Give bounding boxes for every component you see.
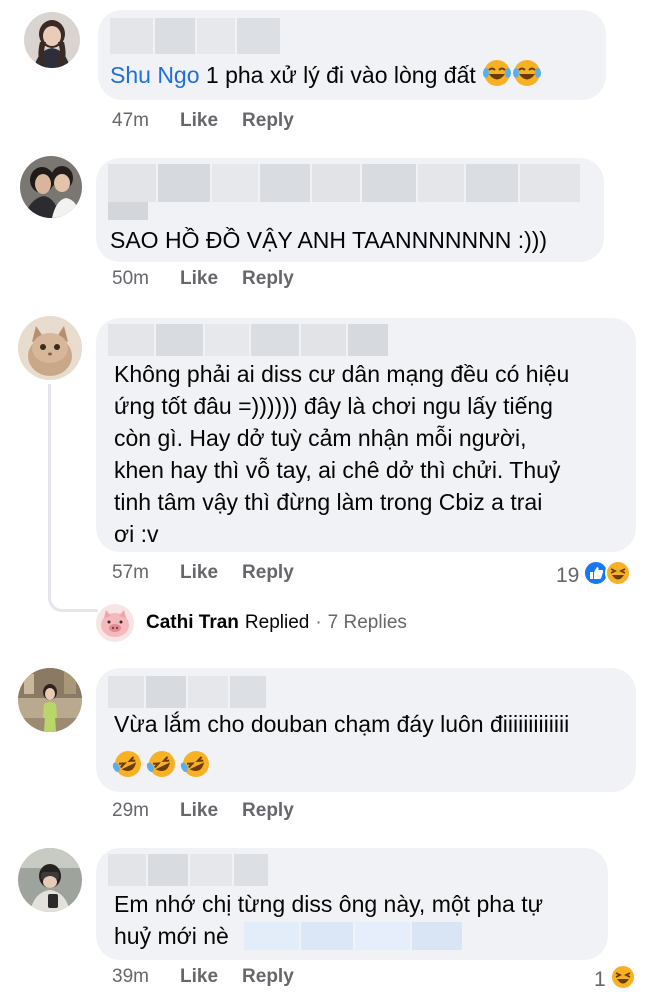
- redacted-name: [108, 676, 268, 708]
- haha-reaction-icon: [609, 964, 636, 996]
- reply-button[interactable]: Reply: [242, 268, 294, 290]
- avatar[interactable]: [20, 156, 82, 218]
- timestamp[interactable]: 29m: [112, 800, 180, 822]
- reaction-summary[interactable]: 1: [594, 964, 636, 996]
- like-button[interactable]: Like: [180, 966, 218, 988]
- timestamp[interactable]: 39m: [112, 966, 180, 988]
- reply-button[interactable]: Reply: [242, 562, 294, 584]
- reply-author[interactable]: Cathi Tran: [146, 612, 239, 634]
- like-button[interactable]: Like: [180, 110, 218, 132]
- rolling-laugh-emoji: [146, 748, 178, 785]
- comment-line: Em nhớ chị từng diss ông này, một pha tự: [114, 891, 543, 917]
- comment-meta: 57m Like Reply: [112, 562, 318, 584]
- author-link[interactable]: Shu Ngo: [110, 62, 200, 88]
- like-button[interactable]: Like: [180, 268, 218, 290]
- comment-line: ứng tốt đâu =)))))) đây là chơi ngu lấy …: [114, 393, 553, 419]
- comment-text: Shu Ngo 1 pha xử lý đi vào lòng đất: [110, 58, 542, 96]
- redacted-name: [108, 854, 268, 886]
- comment-line: tinh tâm vậy thì đừng làm trong Cbiz a t…: [114, 489, 543, 515]
- timestamp[interactable]: 47m: [112, 110, 180, 132]
- replied-label: Replied: [244, 612, 310, 633]
- reaction-count: 1: [594, 968, 606, 991]
- comment-bubble: Em nhớ chị từng diss ông này, một pha tự…: [96, 848, 608, 960]
- comment-text: SAO HỒ ĐỒ VẬY ANH TAANNNNNNN :))): [110, 227, 548, 253]
- comment-bubble: Vừa lắm cho douban chạm đáy luôn điiiiii…: [96, 668, 636, 792]
- rolling-laugh-emoji: [112, 748, 144, 785]
- comment-line: khen hay thì vỗ tay, ai chê dở thì chửi.…: [114, 457, 561, 483]
- avatar[interactable]: [18, 316, 82, 380]
- redacted-name: [110, 18, 280, 54]
- laughing-tears-emoji: [512, 58, 542, 96]
- comment-text: Em nhớ chị từng diss ông này, một pha tự…: [114, 888, 543, 952]
- comment-line: ơi :v: [114, 521, 159, 547]
- reply-button[interactable]: Reply: [242, 966, 294, 988]
- comment-bubble: Shu Ngo 1 pha xử lý đi vào lòng đất: [98, 10, 606, 100]
- laughing-tears-emoji: [482, 58, 512, 96]
- comment-body: 1 pha xử lý đi vào lòng đất: [205, 62, 476, 89]
- redacted-name: [108, 202, 148, 220]
- comment-meta: 39m Like Reply: [112, 966, 318, 988]
- comment-line: còn gì. Hay dở tuỳ cảm nhận mỗi người,: [114, 425, 527, 451]
- redacted-name: [108, 324, 388, 356]
- comment-meta: 29m Like Reply: [112, 800, 318, 822]
- emoji-row: [112, 748, 212, 785]
- comment-meta: 50m Like Reply: [112, 268, 318, 290]
- reply-button[interactable]: Reply: [242, 800, 294, 822]
- comment-line-wrap: huỷ mới nè: [114, 920, 543, 952]
- comment-bubble: SAO HỒ ĐỒ VẬY ANH TAANNNNNNN :))): [96, 158, 604, 262]
- avatar[interactable]: [18, 848, 82, 912]
- comment-text: Không phải ai diss cư dân mạng đều có hi…: [114, 358, 569, 550]
- like-button[interactable]: Like: [180, 562, 218, 584]
- replies-link[interactable]: Cathi Tran Replied · 7 Replies: [146, 612, 407, 634]
- avatar[interactable]: [96, 604, 134, 642]
- redacted-mention[interactable]: [244, 922, 463, 950]
- comment-bubble: Không phải ai diss cư dân mạng đều có hi…: [96, 318, 636, 552]
- timestamp[interactable]: 50m: [112, 268, 180, 290]
- reaction-count: 19: [556, 564, 580, 587]
- reply-count[interactable]: 7 Replies: [328, 612, 407, 634]
- reply-button[interactable]: Reply: [242, 110, 294, 132]
- haha-reaction-icon: [605, 560, 632, 592]
- comment-line: huỷ mới nè: [114, 923, 229, 949]
- separator-dot: ·: [315, 612, 322, 633]
- thread-connector: [48, 384, 98, 612]
- rolling-laugh-emoji: [180, 748, 212, 785]
- timestamp[interactable]: 57m: [112, 562, 180, 584]
- comment-meta: 47m Like Reply: [112, 110, 318, 132]
- comment-text: Vừa lắm cho douban chạm đáy luôn điiiiii…: [114, 711, 570, 737]
- like-button[interactable]: Like: [180, 800, 218, 822]
- redacted-name: [108, 164, 588, 202]
- avatar[interactable]: [18, 668, 82, 732]
- reaction-summary[interactable]: 19: [556, 560, 632, 592]
- comment-line: Không phải ai diss cư dân mạng đều có hi…: [114, 361, 570, 387]
- avatar[interactable]: [24, 12, 80, 68]
